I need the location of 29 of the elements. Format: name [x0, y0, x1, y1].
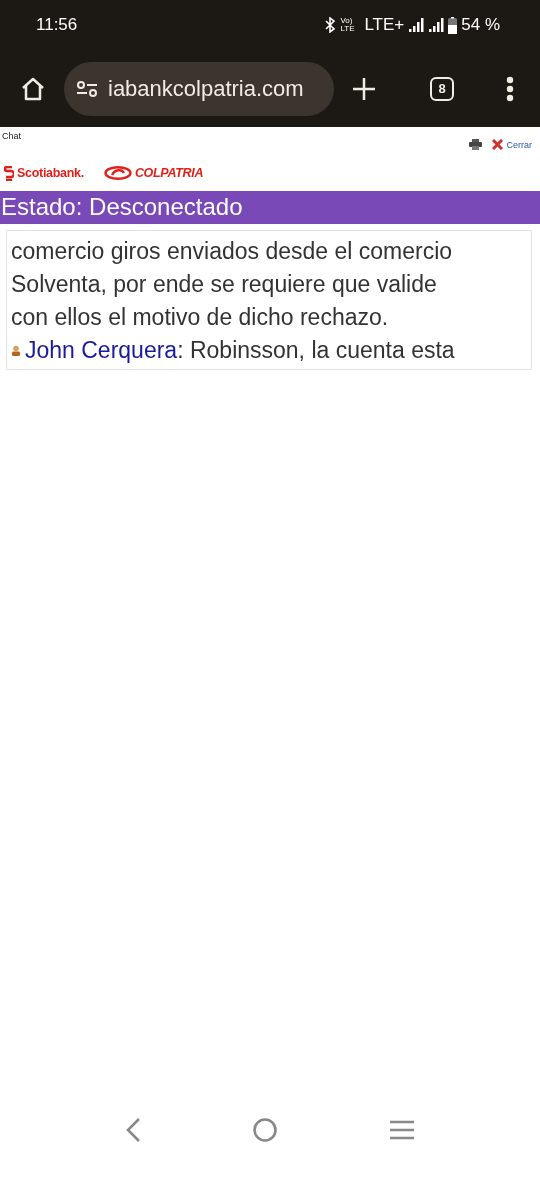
chat-message: comercio giros enviados desde el comercio Solventa, por ende se requiere que valide con ellos el motivo de dicho rechazo. — [11, 237, 454, 332]
brand-name: Scotiabank. — [17, 166, 84, 180]
more-options-icon[interactable] — [506, 75, 514, 102]
tab-count-button[interactable]: 8 — [430, 76, 454, 101]
network-label: LTE+ — [364, 15, 405, 35]
logo-icon — [4, 165, 14, 181]
signal-icon — [428, 18, 445, 32]
home-button-icon[interactable] — [252, 1117, 278, 1143]
signal-icon — [408, 18, 425, 32]
bluetooth-icon — [324, 17, 337, 33]
site-settings-icon[interactable] — [76, 79, 98, 98]
home-icon[interactable] — [20, 75, 46, 102]
address-bar[interactable]: iabankcolpatria.com — [64, 61, 334, 116]
battery-percentage: 54 % — [461, 15, 500, 35]
connection-status-bar: Estado: Desconectado — [0, 191, 540, 224]
back-icon[interactable] — [125, 1117, 142, 1143]
battery-icon — [448, 16, 458, 34]
chat-message: John Cerquera: Robinsson, la cuenta esta — [25, 336, 455, 365]
recent-apps-icon[interactable] — [388, 1119, 415, 1141]
new-tab-icon[interactable] — [352, 76, 376, 101]
volte-label: Vo) LTE — [340, 17, 356, 33]
close-link[interactable]: Cerrar — [492, 139, 532, 150]
brand-name: COLPATRIA — [134, 166, 204, 180]
user-icon — [11, 345, 21, 356]
close-icon[interactable] — [492, 139, 504, 150]
clock: 11:56 — [36, 15, 78, 35]
logo-icon — [103, 166, 132, 180]
chat-title: Chat — [2, 131, 21, 141]
printer-icon[interactable] — [469, 139, 483, 150]
